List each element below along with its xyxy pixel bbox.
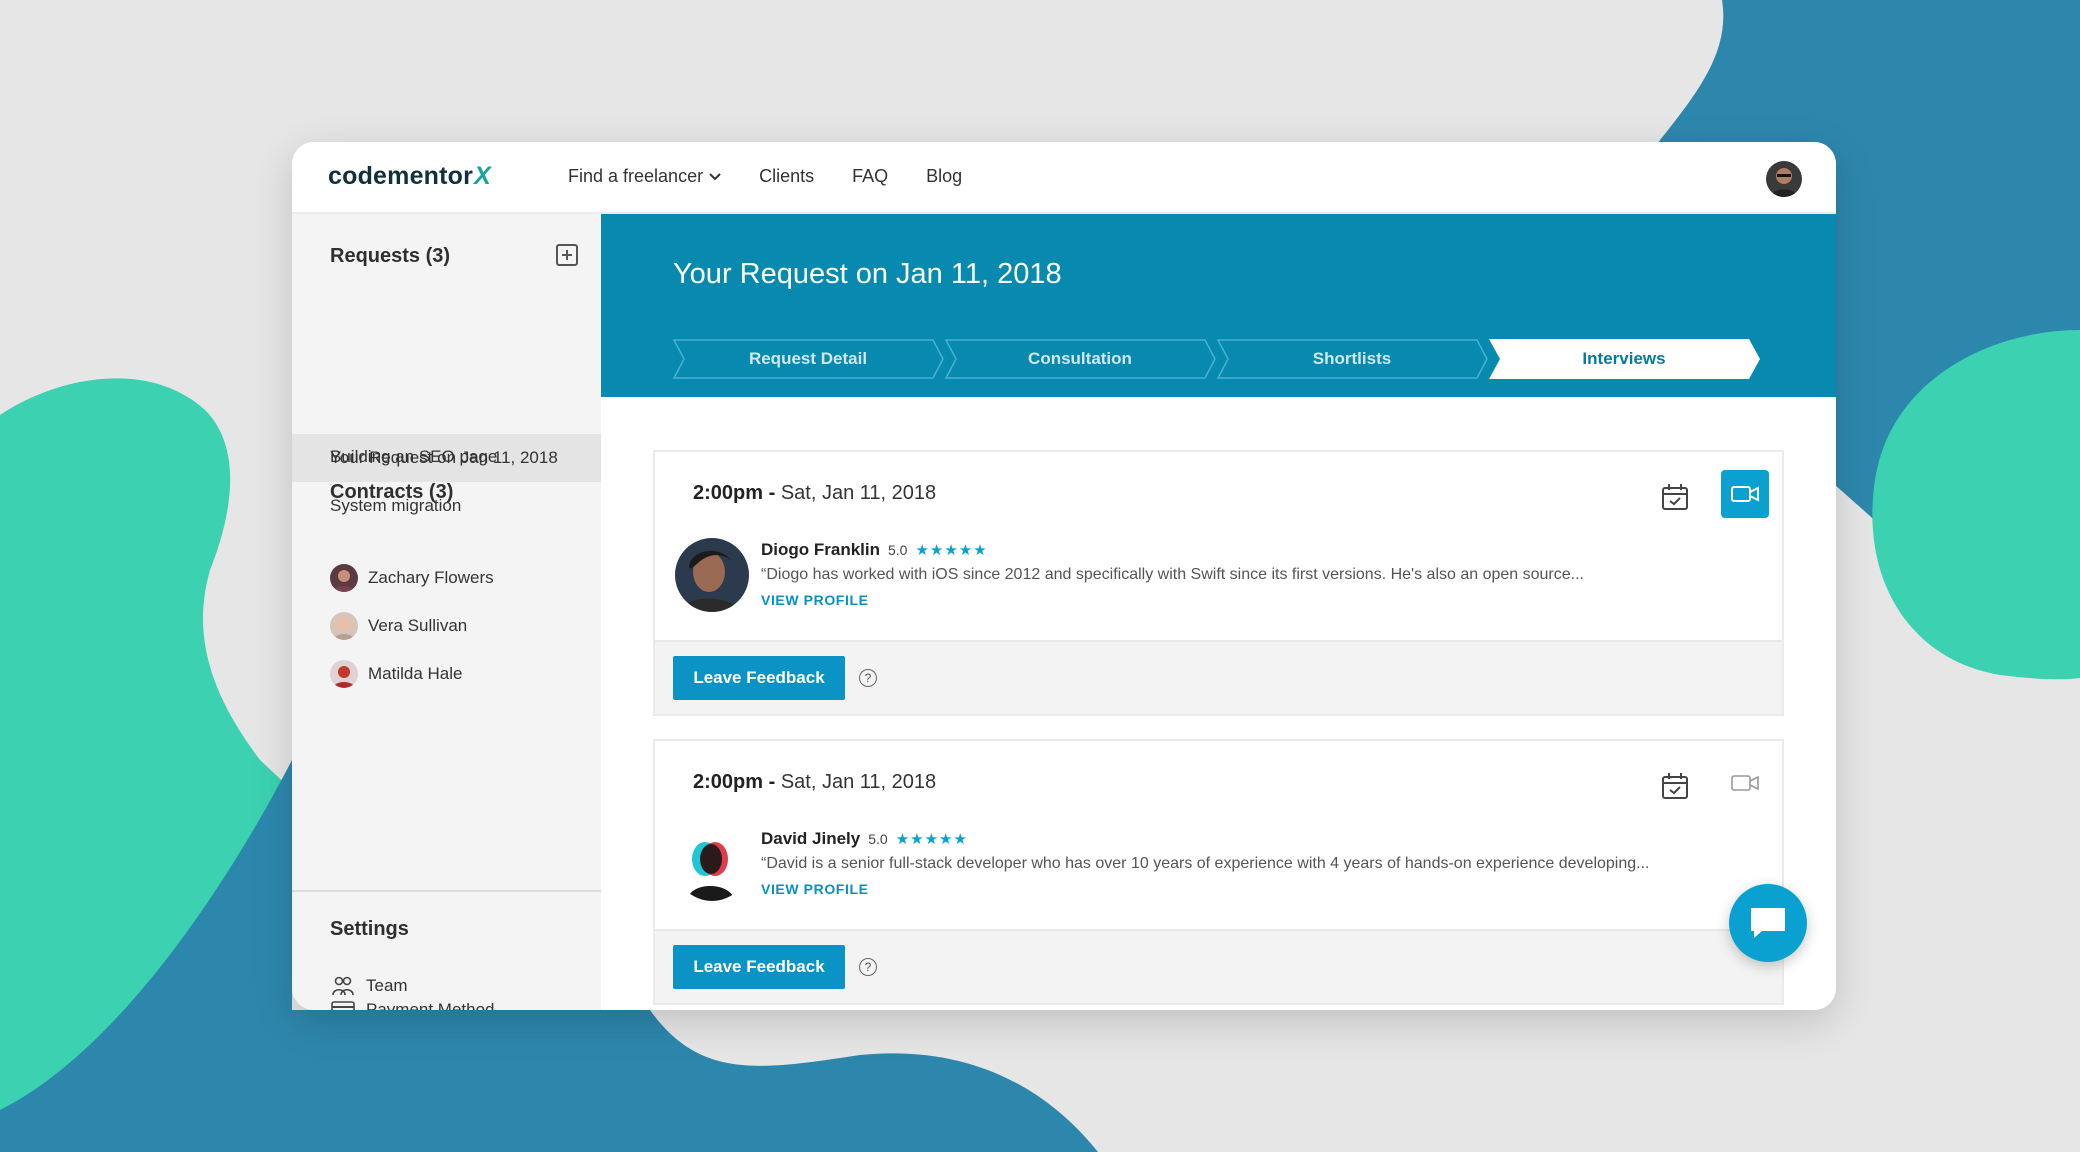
settings-payment-label: Payment Method — [366, 1000, 495, 1010]
app-window: codementorX Find a freelancer Clients FA… — [292, 142, 1836, 1010]
sidebar-request-label: Building an SEO page — [330, 447, 498, 466]
interview-card-actions: Leave Feedback ? — [655, 640, 1782, 714]
request-header: Your Request on Jan 11, 2018 Request Det… — [601, 214, 1836, 397]
interview-time-value: 2:00pm - — [693, 771, 776, 793]
step-label: Interviews — [1582, 349, 1666, 368]
contracts-heading: Contracts (3) — [330, 481, 454, 503]
freelancer-name-row: Diogo Franklin 5.0 ★★★★★ — [761, 540, 988, 560]
nav-clients[interactable]: Clients — [759, 166, 814, 187]
help-icon-glyph: ? — [864, 960, 872, 974]
calendar-check-icon[interactable] — [1660, 771, 1690, 801]
sidebar-request-item[interactable]: Building an SEO page — [292, 433, 601, 481]
step-request-detail[interactable]: Request Detail — [673, 339, 944, 379]
freelancer-name[interactable]: Diogo Franklin — [761, 540, 880, 560]
contract-name: Vera Sullivan — [368, 616, 468, 635]
freelancer-summary: “Diogo has worked with iOS since 2012 an… — [761, 566, 1584, 583]
nav-faq[interactable]: FAQ — [852, 166, 888, 187]
freelancer-name[interactable]: David Jinely — [761, 829, 860, 849]
settings-heading: Settings — [330, 918, 409, 940]
help-icon[interactable]: ? — [859, 958, 877, 976]
sidebar-contract-item[interactable]: Zachary Flowers — [292, 554, 601, 602]
video-call-button[interactable] — [1721, 759, 1769, 807]
video-call-button[interactable] — [1721, 470, 1769, 518]
contract-avatar — [330, 564, 358, 592]
step-shortlists[interactable]: Shortlists — [1217, 339, 1488, 379]
help-icon-glyph: ? — [864, 671, 872, 685]
sidebar: Requests (3) Your Request on Jan 11, 201… — [292, 214, 601, 1010]
nav-find-freelancer-label: Find a freelancer — [568, 166, 704, 186]
calendar-check-icon[interactable] — [1660, 482, 1690, 512]
requests-heading: Requests (3) — [330, 245, 451, 267]
freelancer-name-row: David Jinely 5.0 ★★★★★ — [761, 829, 968, 849]
interview-card: 2:00pm - Sat, Jan 11, 2018 Diogo Frankli… — [653, 450, 1784, 716]
view-profile-link[interactable]: VIEW PROFILE — [761, 592, 869, 608]
add-request-button[interactable] — [556, 244, 578, 266]
interview-card-actions: Leave Feedback ? — [655, 929, 1782, 1003]
logo-accent: X — [474, 162, 491, 190]
interview-time: 2:00pm - Sat, Jan 11, 2018 — [693, 482, 936, 505]
main-content: Your Request on Jan 11, 2018 Request Det… — [601, 214, 1836, 1010]
step-label: Shortlists — [1312, 349, 1392, 368]
top-navbar: codementorX Find a freelancer Clients FA… — [292, 142, 1836, 214]
sidebar-settings-payment[interactable]: Payment Method — [292, 986, 601, 1010]
leave-feedback-button[interactable]: Leave Feedback — [673, 656, 845, 700]
page-title: Your Request on Jan 11, 2018 — [673, 258, 1062, 290]
interview-time: 2:00pm - Sat, Jan 11, 2018 — [693, 771, 936, 794]
rating-value: 5.0 — [888, 542, 908, 558]
step-label: Consultation — [1028, 349, 1132, 368]
sidebar-divider — [292, 890, 601, 892]
interview-time-value: 2:00pm - — [693, 482, 776, 504]
codementorx-logo[interactable]: codementorX — [328, 162, 491, 191]
nav-blog[interactable]: Blog — [926, 166, 962, 187]
step-interviews[interactable]: Interviews — [1489, 339, 1760, 379]
main-nav: Find a freelancer Clients FAQ Blog — [568, 166, 962, 187]
avatar-image — [1766, 161, 1802, 197]
star-rating-icon: ★★★★★ — [895, 831, 968, 848]
nav-find-freelancer[interactable]: Find a freelancer — [568, 166, 721, 187]
step-consultation[interactable]: Consultation — [945, 339, 1216, 379]
sidebar-contract-item[interactable]: Matilda Hale — [292, 650, 601, 698]
contract-avatar — [330, 612, 358, 640]
rating-value: 5.0 — [868, 831, 888, 847]
user-avatar[interactable] — [1766, 161, 1802, 197]
sidebar-contract-item[interactable]: Vera Sullivan — [292, 602, 601, 650]
interview-card-body: 2:00pm - Sat, Jan 11, 2018 Diogo Frankli… — [655, 452, 1782, 640]
chat-bubble-icon — [1751, 908, 1785, 938]
progress-steps: Request Detail Consultation Shortlists I… — [673, 339, 1773, 379]
logo-text: codementor — [328, 162, 474, 190]
interview-date: Sat, Jan 11, 2018 — [780, 482, 937, 504]
leave-feedback-button[interactable]: Leave Feedback — [673, 945, 845, 989]
interview-date: Sat, Jan 11, 2018 — [780, 771, 937, 793]
freelancer-avatar[interactable] — [675, 538, 749, 612]
video-camera-icon — [1731, 775, 1759, 791]
video-camera-icon — [1731, 486, 1759, 502]
step-label: Request Detail — [748, 349, 868, 368]
chevron-down-icon — [709, 172, 721, 180]
star-rating-icon: ★★★★★ — [915, 542, 988, 559]
chat-button[interactable] — [1729, 884, 1807, 962]
contract-avatar — [330, 660, 358, 688]
interview-card-body: 2:00pm - Sat, Jan 11, 2018 David Jinely … — [655, 741, 1782, 929]
view-profile-link[interactable]: VIEW PROFILE — [761, 881, 869, 897]
contract-name: Matilda Hale — [368, 664, 463, 683]
help-icon[interactable]: ? — [859, 669, 877, 687]
credit-card-icon — [330, 997, 356, 1010]
freelancer-avatar[interactable] — [675, 827, 749, 901]
interview-card: 2:00pm - Sat, Jan 11, 2018 David Jinely … — [653, 739, 1784, 1005]
contract-name: Zachary Flowers — [368, 568, 494, 587]
freelancer-summary: “David is a senior full-stack developer … — [761, 855, 1650, 872]
